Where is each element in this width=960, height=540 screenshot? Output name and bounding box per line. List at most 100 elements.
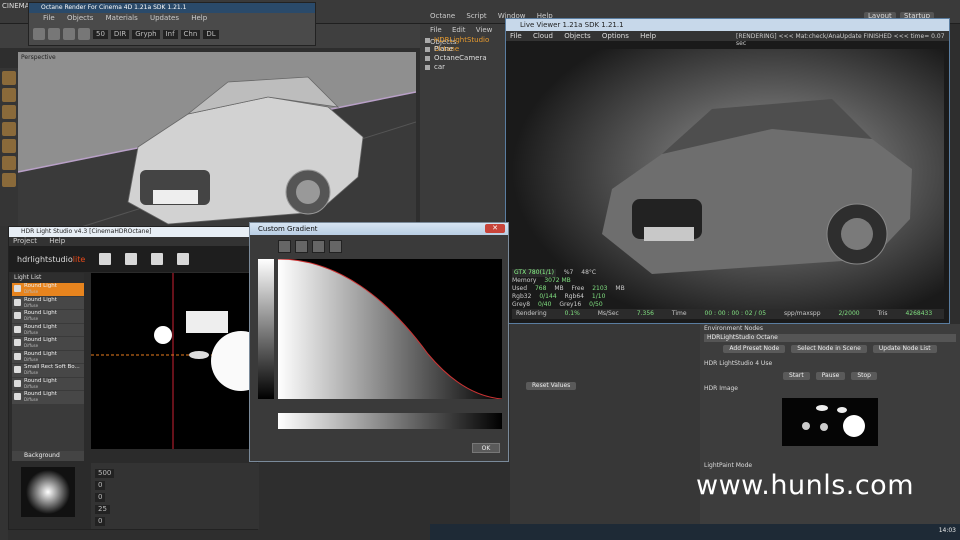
- light-item[interactable]: Round Light Diffuse: [12, 337, 84, 350]
- octane-menu-updates[interactable]: Updates: [150, 14, 179, 22]
- app-title: CINEMA: [2, 2, 30, 10]
- image-icon[interactable]: [177, 253, 190, 265]
- update-node-list-button[interactable]: Update Node List: [872, 345, 937, 353]
- cube-icon[interactable]: [2, 71, 16, 85]
- curve-smooth-icon[interactable]: [295, 239, 308, 253]
- object-plane[interactable]: Plane: [420, 45, 510, 54]
- octane-value-field[interactable]: 50: [93, 29, 108, 39]
- octane-menu-help[interactable]: Help: [191, 14, 207, 22]
- reset-values-button[interactable]: Reset Values: [526, 382, 577, 390]
- gradient-title-text: Custom Gradient: [258, 225, 318, 233]
- sphere-icon[interactable]: [2, 122, 16, 136]
- curve-step-icon[interactable]: [329, 239, 342, 253]
- stop-icon[interactable]: [48, 28, 60, 40]
- curve-linear-icon[interactable]: [278, 239, 291, 253]
- gradient-strip[interactable]: [278, 413, 502, 429]
- close-icon[interactable]: ✕: [485, 224, 505, 233]
- light-item-name: Round Light: [24, 377, 57, 384]
- objects-menu-file[interactable]: File: [430, 26, 442, 34]
- light-item[interactable]: Round Light Diffuse: [12, 377, 84, 390]
- light-item[interactable]: Round Light Diffuse: [12, 350, 84, 363]
- lv-menu-help[interactable]: Help: [640, 32, 656, 40]
- env-nodes-label: Environment Nodes: [704, 325, 764, 332]
- add-preset-node-button[interactable]: Add Preset Node: [723, 345, 786, 353]
- octane-toolbar: 50 DIR Gryph Inf Chn DL: [29, 23, 315, 45]
- hexagon-icon[interactable]: [151, 253, 164, 265]
- octane-graph-field[interactable]: Gryph: [132, 29, 160, 39]
- light-item[interactable]: Round Light Diffuse: [12, 323, 84, 336]
- start-button[interactable]: Start: [783, 372, 810, 380]
- sun-icon[interactable]: [125, 253, 138, 265]
- render-icon[interactable]: [33, 28, 45, 40]
- gradient-curve-editor[interactable]: [278, 259, 502, 399]
- add-light-icon[interactable]: [99, 253, 112, 265]
- lv-menu-options[interactable]: Options: [602, 32, 629, 40]
- used-unit: MB: [554, 285, 564, 292]
- gpu-percent: %7: [563, 269, 574, 276]
- light-item[interactable]: Round Light Diffuse: [12, 310, 84, 323]
- light-item[interactable]: Small Rect Soft Bo... Diffuse: [12, 364, 84, 377]
- live-viewer-title: Live Viewer 1.21a SDK 1.21.1: [506, 19, 949, 31]
- c4d-side-toolbar: [0, 68, 18, 230]
- prop-value-field[interactable]: 0: [95, 517, 106, 526]
- prop-value-field[interactable]: 0: [95, 481, 106, 490]
- octane-menu-objects[interactable]: Objects: [67, 14, 93, 22]
- menu-octane[interactable]: Octane: [430, 12, 455, 20]
- light-item-sub: Diffuse: [24, 329, 39, 335]
- rgb32-label: Rgb32: [512, 293, 532, 300]
- gpu-name: GTX 780(1/1): [512, 269, 556, 277]
- pause-icon[interactable]: [63, 28, 75, 40]
- object-camera[interactable]: OctaneCamera: [420, 54, 510, 63]
- lv-menu-cloud[interactable]: Cloud: [533, 32, 553, 40]
- octane-mode-field[interactable]: DIR: [110, 29, 130, 39]
- hdrls-menu-help[interactable]: Help: [49, 237, 65, 245]
- grey16-label: Grey16: [559, 301, 582, 308]
- light-item[interactable]: Round Light Diffuse: [12, 283, 84, 296]
- light-item-name: Round Light: [24, 323, 57, 330]
- tris-value: 4268433: [905, 310, 933, 317]
- hdrls-menu-project[interactable]: Project: [13, 237, 37, 245]
- move-icon[interactable]: [2, 105, 16, 119]
- cylinder-icon[interactable]: [2, 139, 16, 153]
- octane-inf-field[interactable]: Inf: [162, 29, 178, 39]
- hdr-image-label: HDR Image: [704, 385, 738, 392]
- pause-button[interactable]: Pause: [815, 372, 846, 380]
- tris-label: Tris: [877, 310, 888, 317]
- lv-menu-objects[interactable]: Objects: [564, 32, 590, 40]
- gradient-title: Custom Gradient ✕: [250, 223, 508, 235]
- hdrls-menu: Project Help: [9, 237, 257, 246]
- prop-value-field[interactable]: 0: [95, 493, 106, 502]
- objects-menu-edit[interactable]: Edit: [452, 26, 466, 34]
- ok-button[interactable]: OK: [472, 443, 500, 453]
- prop-value-field[interactable]: 500: [95, 469, 115, 478]
- background-row[interactable]: Background: [12, 451, 84, 461]
- light-item[interactable]: Round Light Diffuse: [12, 296, 84, 309]
- live-viewer-window: Live Viewer 1.21a SDK 1.21.1 File Cloud …: [505, 18, 950, 324]
- objects-menu-view[interactable]: View: [476, 26, 493, 34]
- octane-chn-field[interactable]: Chn: [180, 29, 201, 39]
- taskbar-clock: 14:03: [938, 527, 956, 534]
- left-edge-strip: [0, 226, 8, 540]
- free-label: Free: [571, 285, 585, 292]
- light-item[interactable]: Round Light Diffuse: [12, 391, 84, 404]
- c4d-viewport[interactable]: Perspective: [18, 52, 416, 228]
- octane-menu-materials[interactable]: Materials: [106, 14, 138, 22]
- octane-menu-file[interactable]: File: [43, 14, 55, 22]
- object-car[interactable]: car: [420, 63, 510, 72]
- curve-ease-icon[interactable]: [312, 239, 325, 253]
- octane-kernel-field[interactable]: DL: [203, 29, 219, 39]
- restart-icon[interactable]: [78, 28, 90, 40]
- object-hdrls-octane[interactable]: HDRLightStudio Octane: [420, 36, 510, 53]
- checker-icon[interactable]: [2, 88, 16, 102]
- hdrls-title: HDR Light Studio v4.3 [CinemaHDROctane]: [9, 227, 257, 237]
- hdr-canvas[interactable]: [91, 273, 251, 449]
- lv-menu-file[interactable]: File: [510, 32, 522, 40]
- env-node-select[interactable]: HDRLightStudio Octane: [704, 334, 956, 342]
- hdrls-logo: hdrlightstudiolite: [17, 255, 85, 264]
- stop-button[interactable]: Stop: [851, 372, 877, 380]
- plane-icon[interactable]: [2, 156, 16, 170]
- menu-script[interactable]: Script: [466, 12, 486, 20]
- select-node-button[interactable]: Select Node in Scene: [791, 345, 867, 353]
- prop-value-field[interactable]: 25: [95, 505, 110, 514]
- gear-icon[interactable]: [2, 173, 16, 187]
